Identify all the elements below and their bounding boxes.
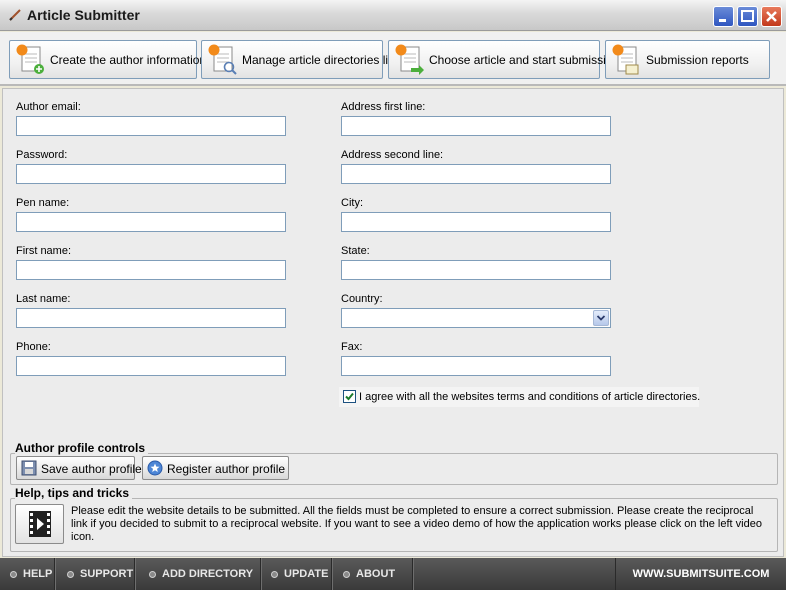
step-label: Choose article and start submission	[429, 53, 620, 67]
first-name-input[interactable]	[16, 260, 286, 280]
footer-bar: HELP SUPPORT ADD DIRECTORY UPDATE ABOUT …	[0, 558, 786, 590]
title-bar: Article Submitter	[0, 0, 786, 31]
author-email-label: Author email:	[16, 101, 81, 113]
video-demo-button[interactable]	[15, 504, 64, 544]
author-email-input[interactable]	[16, 116, 286, 136]
address-second-line-label: Address second line:	[341, 149, 444, 161]
submission-doc-icon	[395, 44, 424, 75]
address-first-line-label: Address first line:	[341, 101, 426, 113]
country-label: Country:	[341, 293, 383, 305]
register-author-profile-button[interactable]: Register author profile	[142, 456, 289, 480]
footer-about-label: ABOUT	[356, 568, 396, 580]
report-doc-icon	[612, 44, 639, 75]
last-name-input[interactable]	[16, 308, 286, 328]
footer-update-link[interactable]: UPDATE	[262, 558, 332, 590]
checkmark-icon	[345, 392, 354, 401]
address-first-line-input[interactable]	[341, 116, 611, 136]
city-label: City:	[341, 197, 363, 209]
step-create-author[interactable]: Create the author information	[9, 40, 206, 79]
step-manage-directories[interactable]: Manage article directories list	[201, 40, 397, 79]
footer-about-link[interactable]: ABOUT	[333, 558, 413, 590]
bullet-icon	[149, 570, 156, 578]
password-label: Password:	[16, 149, 68, 161]
bullet-icon	[343, 570, 350, 578]
bullet-icon	[10, 570, 17, 578]
step-label: Manage article directories list	[242, 53, 398, 67]
footer-support-link[interactable]: SUPPORT	[56, 558, 135, 590]
register-icon	[147, 460, 163, 476]
chevron-down-icon	[596, 315, 606, 321]
step-submission-reports[interactable]: Submission reports	[605, 40, 770, 79]
author-doc-icon	[16, 44, 44, 74]
maximize-button[interactable]	[737, 6, 758, 27]
minimize-icon	[719, 19, 726, 22]
agree-terms-row[interactable]: I agree with all the websites terms and …	[339, 387, 701, 407]
country-dropdown-button[interactable]	[593, 310, 609, 326]
bullet-icon	[67, 570, 74, 578]
step-label: Submission reports	[646, 53, 749, 67]
fax-input[interactable]	[341, 356, 611, 376]
first-name-label: First name:	[16, 245, 72, 257]
footer-help-label: HELP	[23, 568, 53, 580]
close-icon	[766, 11, 777, 22]
pen-icon	[9, 9, 21, 21]
state-label: State:	[341, 245, 370, 257]
pen-name-label: Pen name:	[16, 197, 70, 209]
phone-label: Phone:	[16, 341, 51, 353]
author-form-panel: Author email: Password: Pen name: First …	[2, 88, 784, 557]
address-second-line-input[interactable]	[341, 164, 611, 184]
help-text: Please edit the website details to be su…	[71, 505, 762, 543]
close-button[interactable]	[761, 6, 782, 27]
bullet-icon	[271, 570, 278, 578]
step-label: Create the author information	[50, 53, 207, 67]
footer-add-directory-link[interactable]: ADD DIRECTORY	[136, 558, 261, 590]
maximize-icon	[741, 10, 754, 22]
disk-icon	[21, 460, 37, 476]
phone-input[interactable]	[16, 356, 286, 376]
footer-support-label: SUPPORT	[80, 568, 134, 580]
city-input[interactable]	[341, 212, 611, 232]
last-name-label: Last name:	[16, 293, 71, 305]
step-choose-article[interactable]: Choose article and start submission	[388, 40, 619, 79]
footer-add-directory-label: ADD DIRECTORY	[162, 568, 254, 580]
save-author-profile-label: Save author profile	[41, 462, 142, 476]
author-profile-controls-title: Author profile controls	[15, 441, 148, 455]
agree-terms-label: I agree with all the websites terms and …	[359, 391, 701, 403]
agree-terms-checkbox[interactable]	[343, 390, 356, 403]
footer-update-label: UPDATE	[284, 568, 329, 580]
fax-label: Fax:	[341, 341, 363, 353]
footer-help-link[interactable]: HELP	[0, 558, 55, 590]
minimize-button[interactable]	[713, 6, 734, 27]
pen-name-input[interactable]	[16, 212, 286, 232]
video-icon	[29, 511, 51, 537]
state-input[interactable]	[341, 260, 611, 280]
password-input[interactable]	[16, 164, 286, 184]
register-author-profile-label: Register author profile	[167, 462, 286, 476]
help-tips-title: Help, tips and tricks	[15, 486, 133, 500]
step-toolbar: Create the author information Manage art…	[0, 32, 786, 86]
footer-website-link[interactable]: WWW.SUBMITSUITE.COM	[615, 558, 786, 590]
save-author-profile-button[interactable]: Save author profile	[16, 456, 142, 480]
directory-doc-icon	[208, 44, 237, 75]
country-select[interactable]	[341, 308, 611, 328]
window-title: Article Submitter	[27, 7, 140, 23]
